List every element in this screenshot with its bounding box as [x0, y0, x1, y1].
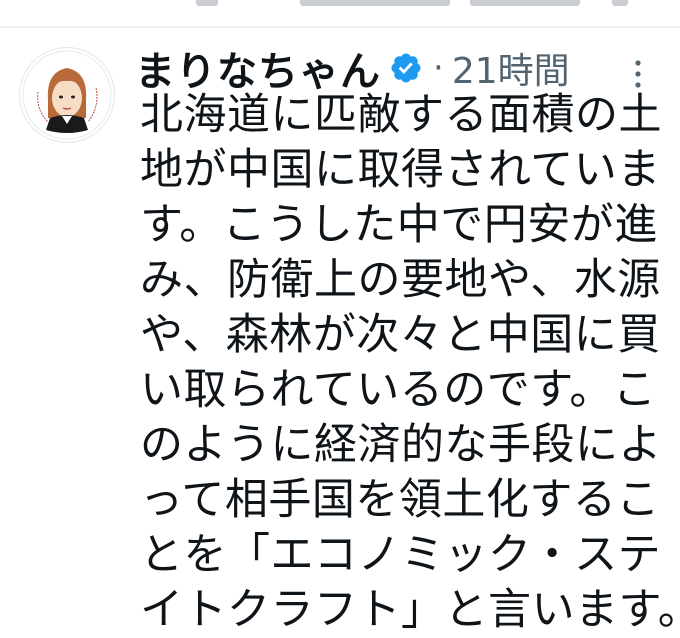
reply-count-cropped — [196, 0, 218, 6]
like-count-cropped — [470, 0, 580, 6]
tweet-body-line: 地が中国に取得されていま — [140, 145, 661, 195]
tweet-body-line: す。こうした中で円安が進 — [140, 200, 658, 250]
tweet-body-line: 北海道に匹敵する面積の土 — [140, 90, 662, 140]
tweet-body-line: み、防衛上の要地や、水源 — [140, 255, 661, 305]
share-icon-cropped — [612, 0, 628, 6]
tweet-body-line: のように経済的な手段によ — [140, 420, 662, 470]
retweet-count-cropped — [300, 0, 450, 6]
avatar-illustration — [21, 49, 113, 141]
tweet-timestamp[interactable]: 21時間 — [452, 42, 570, 94]
previous-tweet-action-bar-cropped — [0, 0, 680, 24]
tweet-body-line: い取られているのです。こ — [140, 365, 657, 415]
avatar[interactable] — [20, 48, 114, 142]
tweet-body-line: や、森林が次々と中国に買 — [140, 310, 661, 360]
header-separator: · — [433, 48, 444, 88]
tweet-body-line: イトクラフト」と言います。 — [140, 585, 680, 635]
tweet-body: 北海道に匹敵する面積の土 地が中国に取得されていま す。こうした中で円安が進 み… — [140, 88, 680, 638]
tweet-body-line: とを「エコノミック・ステ — [140, 530, 662, 580]
verified-badge-icon — [389, 51, 423, 85]
tweet-body-line: って相手国を領土化するこ — [140, 475, 660, 525]
tweet-card[interactable]: まりなちゃん · 21時間 北海道に匹敵する面積の土 地が中国に取得されていま … — [0, 28, 680, 635]
